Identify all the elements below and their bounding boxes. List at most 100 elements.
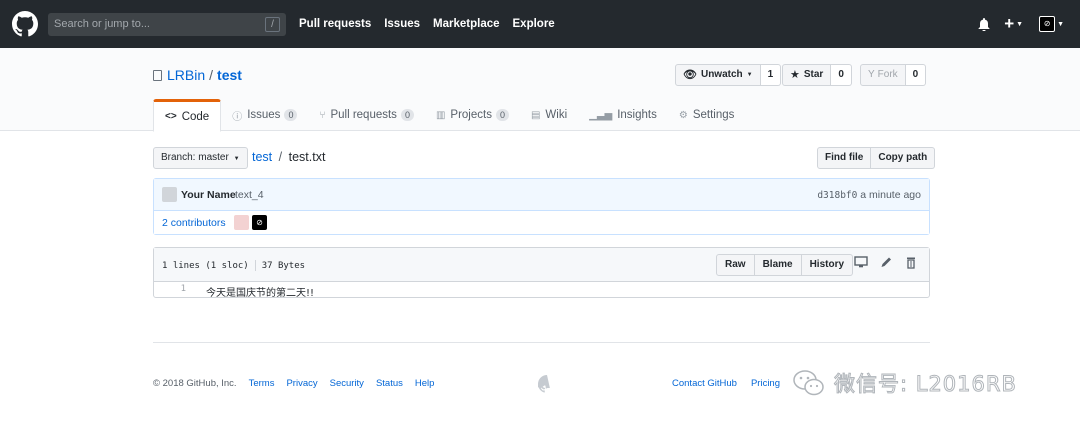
desktop-icon[interactable] (853, 256, 869, 268)
line-content: 今天是国庆节的第二天!! (206, 288, 315, 299)
tab-settings[interactable]: ⚙ Settings (668, 99, 746, 131)
commit-summary: Your Name text_4 d318bf0 a minute ago (154, 179, 929, 211)
tab-insights[interactable]: ▁▃▅ Insights (578, 99, 668, 131)
separator: / (278, 150, 283, 164)
footer-copyright: © 2018 GitHub, Inc. (153, 378, 237, 389)
code-icon: <> (165, 111, 177, 122)
fork-icon: Y (868, 69, 875, 80)
projects-count-badge: 0 (495, 109, 509, 121)
eye-icon: 👁 (683, 69, 697, 81)
raw-button[interactable]: Raw (716, 254, 755, 276)
commit-meta: d318bf0 a minute ago (817, 189, 921, 201)
file-size: 37 Bytes (261, 261, 306, 271)
unwatch-button[interactable]: 👁 Unwatch ▼ (675, 64, 761, 86)
branch-name: master (198, 152, 229, 163)
graph-icon: ▁▃▅ (589, 109, 613, 121)
repo-header: LRBin / test 👁 Unwatch ▼ 1 ★ Star 0 Y Fo… (0, 48, 1080, 132)
issues-count-badge: 0 (284, 109, 298, 121)
repo-tabs: <> Code ⓘ Issues 0 ⑂ Pull requests 0 ▥ P… (153, 99, 746, 132)
chevron-down-icon[interactable]: ▼ (1016, 21, 1023, 28)
breadcrumb-repo-link[interactable]: test (252, 150, 272, 164)
search-input[interactable]: Search or jump to... / (48, 13, 286, 36)
file-actions: Raw Blame History (716, 254, 854, 276)
code-line: 1 今天是国庆节的第二天!! (154, 282, 929, 299)
tab-issues[interactable]: ⓘ Issues 0 (221, 99, 308, 131)
tab-code[interactable]: <> Code (153, 99, 222, 132)
nav-issues[interactable]: Issues (384, 18, 420, 30)
watermark-text: 微信号: L2016RB (834, 372, 1017, 397)
top-nav: Pull requests Issues Marketplace Explore (299, 0, 568, 48)
bell-icon[interactable] (978, 17, 990, 31)
star-button[interactable]: ★ Star (782, 64, 832, 86)
file-header: 1 lines (1 sloc) 37 Bytes Raw Blame Histo… (154, 248, 929, 282)
author-avatar[interactable] (162, 187, 177, 202)
footer-link-status[interactable]: Status (376, 378, 403, 389)
repo-icon (153, 69, 162, 81)
star-icon: ★ (790, 69, 800, 81)
fork-group: Y Fork 0 (860, 64, 927, 86)
pr-count-badge: 0 (400, 109, 414, 121)
nav-marketplace[interactable]: Marketplace (433, 18, 499, 30)
tab-pull-requests[interactable]: ⑂ Pull requests 0 (308, 99, 425, 131)
trash-icon[interactable] (903, 256, 919, 269)
commit-time: a minute ago (860, 189, 921, 201)
avatar[interactable]: ⊘ (1039, 16, 1056, 32)
chevron-down-icon: ▼ (746, 72, 753, 78)
contributor-avatar[interactable] (234, 215, 249, 230)
issue-icon: ⓘ (232, 111, 243, 123)
watch-group: 👁 Unwatch ▼ 1 (675, 64, 782, 86)
commit-tease: Your Name text_4 d318bf0 a minute ago 2 … (153, 178, 930, 235)
line-count: 1 lines (1 sloc) (162, 261, 249, 271)
slash-shortcut-icon: / (265, 17, 280, 32)
github-logo-icon[interactable] (538, 375, 556, 393)
divider (254, 260, 256, 271)
chevron-down-icon[interactable]: ▼ (1057, 21, 1064, 28)
breadcrumb: test / test.txt (252, 150, 325, 164)
repo-name-link[interactable]: test (217, 67, 242, 83)
blame-button[interactable]: Blame (754, 254, 802, 276)
file-icon-actions (844, 256, 919, 269)
star-count[interactable]: 0 (831, 64, 852, 86)
commit-author: Your Name (181, 189, 236, 201)
line-number[interactable]: 1 (154, 284, 190, 294)
footer-link-contact[interactable]: Contact GitHub (672, 378, 737, 389)
wechat-watermark: 微信号: L2016RB (792, 368, 1017, 398)
star-group: ★ Star 0 (782, 64, 852, 86)
fork-button[interactable]: Y Fork (860, 64, 906, 86)
commit-message-link[interactable]: text_4 (235, 189, 264, 201)
breadcrumb-file: test.txt (288, 150, 326, 164)
find-file-button[interactable]: Find file (817, 147, 872, 169)
footer-link-terms[interactable]: Terms (249, 378, 275, 389)
nav-explore[interactable]: Explore (513, 18, 555, 30)
footer-link-security[interactable]: Security (330, 378, 364, 389)
footer-link-help[interactable]: Help (415, 378, 435, 389)
repo-title: LRBin / test (153, 67, 242, 83)
gear-icon: ⚙ (678, 109, 688, 121)
footer-link-privacy[interactable]: Privacy (286, 378, 317, 389)
commit-sha-link[interactable]: d318bf0 (817, 190, 857, 201)
nav-pull-requests[interactable]: Pull requests (299, 18, 371, 30)
pr-icon: ⑂ (319, 109, 326, 121)
footer-right: Contact GitHub Pricing (658, 378, 780, 389)
watch-count[interactable]: 1 (760, 64, 782, 86)
fork-count[interactable]: 0 (905, 64, 927, 86)
tab-wiki[interactable]: ▤ Wiki (520, 99, 578, 131)
contributors-row: 2 contributors ⊘ (154, 211, 929, 234)
pencil-icon[interactable] (878, 256, 894, 269)
footer-link-pricing[interactable]: Pricing (751, 378, 780, 389)
chevron-down-icon: ▼ (233, 156, 240, 162)
contributors-link[interactable]: 2 contributors (162, 217, 226, 229)
header-actions: + ▼ ⊘ ▼ (978, 14, 1064, 34)
wechat-icon (793, 370, 824, 396)
github-logo-icon[interactable] (12, 11, 38, 37)
global-header: Search or jump to... / Pull requests Iss… (0, 0, 1080, 48)
tab-projects[interactable]: ▥ Projects 0 (425, 99, 520, 131)
plus-icon[interactable]: + (1004, 14, 1014, 34)
contributor-avatar[interactable]: ⊘ (252, 215, 267, 230)
repo-owner-link[interactable]: LRBin (167, 67, 205, 83)
wiki-icon: ▤ (530, 109, 541, 121)
file-nav-buttons: Find file Copy path (817, 147, 936, 169)
branch-select[interactable]: Branch: master ▼ (153, 147, 248, 169)
copy-path-button[interactable]: Copy path (871, 147, 936, 169)
separator: / (209, 67, 214, 83)
